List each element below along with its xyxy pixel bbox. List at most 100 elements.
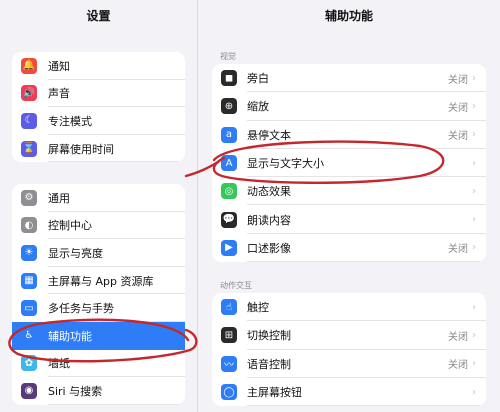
sidebar-item-label: 通知: [48, 59, 70, 73]
gear-icon: ⚙: [21, 189, 37, 206]
setting-row-home-button[interactable]: ◯ 主屏幕按钮 ›: [212, 378, 486, 407]
setting-label: 显示与文字大小: [247, 157, 324, 171]
vision-settings-group: ◼ 旁白 关闭 › ⊕ 缩放 关闭 › a 悬停文本 关闭 › A 显示与文字大小 › ◎ 动态效果 › 💬 朗读内容…: [212, 64, 486, 263]
setting-row-zoom[interactable]: ⊕ 缩放 关闭 ›: [212, 92, 486, 121]
zoom-icon: ⊕: [221, 98, 237, 115]
row-separator: [48, 403, 185, 405]
setting-value: 关闭: [448, 331, 468, 343]
hand-touch-icon: ☝: [221, 299, 237, 316]
setting-row-hand-touch[interactable]: ☝ 触控 ›: [212, 293, 486, 322]
sidebar-item-label: 显示与亮度: [48, 246, 103, 260]
setting-value: 关闭: [448, 244, 468, 256]
sidebar-item-hourglass[interactable]: ⌛ 屏幕使用时间: [12, 135, 185, 163]
accessibility-detail-pane: 辅助功能 视觉 ◼ 旁白 关闭 › ⊕ 缩放 关闭 › a 悬停文本 关闭 › A 显示与文字大小 › ◎ 动态…: [198, 0, 500, 412]
motion-icon: ◎: [221, 183, 237, 200]
setting-label: 口述影像: [247, 241, 291, 255]
audio-description-icon: ▶: [221, 239, 237, 256]
setting-label: 缩放: [247, 100, 269, 114]
chevron-right-icon: ›: [472, 301, 476, 313]
row-separator: [247, 405, 486, 407]
sidebar-item-label: 声音: [48, 87, 70, 101]
setting-label: 动态效果: [247, 185, 291, 199]
setting-row-hover-text[interactable]: a 悬停文本 关闭 ›: [212, 121, 486, 149]
sidebar-title: 设置: [86, 9, 111, 23]
sidebar-item-flower[interactable]: ✿ 墙纸: [12, 350, 185, 378]
sidebar-item-label: 控制中心: [48, 219, 92, 233]
setting-row-speech-bubble[interactable]: 💬 朗读内容 ›: [212, 205, 486, 234]
sidebar-item-label: 多任务与手势: [48, 302, 114, 316]
toggles-icon: ◐: [21, 217, 37, 234]
chevron-right-icon: ›: [472, 157, 476, 169]
section-header-vision: 视觉: [220, 52, 236, 61]
voiceover-icon: ◼: [221, 70, 237, 87]
moon-icon: ☾: [21, 112, 37, 129]
setting-row-text-size[interactable]: A 显示与文字大小 ›: [212, 149, 486, 178]
chevron-right-icon: ›: [472, 242, 476, 254]
sidebar-item-label: Siri 与搜索: [48, 384, 103, 398]
sun-icon: ☀: [21, 244, 37, 261]
sidebar-item-label: 专注模式: [48, 114, 92, 128]
sidebar-item-siri[interactable]: ◉ Siri 与搜索: [12, 377, 185, 405]
flower-icon: ✿: [21, 355, 37, 372]
sidebar-item-bell[interactable]: 🔔 通知: [12, 52, 185, 80]
hover-text-icon: a: [221, 126, 237, 143]
setting-label: 触控: [247, 301, 269, 315]
text-size-icon: A: [221, 155, 237, 172]
sidebar-item-toggles[interactable]: ◐ 控制中心: [12, 212, 185, 240]
home-grid-icon: ▦: [21, 272, 37, 289]
setting-value: 关闭: [448, 74, 468, 86]
sidebar-group-general: ⚙ 通用 ◐ 控制中心 ☀ 显示与亮度 ▦ 主屏幕与 App 资源库 ▭ 多任务与手势 ♿ 辅助功能 ✿…: [12, 184, 185, 405]
siri-icon: ◉: [21, 382, 37, 399]
sidebar-item-gear[interactable]: ⚙ 通用: [12, 184, 185, 212]
sidebar-item-accessibility[interactable]: ♿ 辅助功能: [12, 321, 185, 350]
sidebar-item-moon[interactable]: ☾ 专注模式: [12, 107, 185, 135]
settings-sidebar: 设置 🔔 通知 🔊 声音 ☾ 专注模式 ⌛ 屏幕使用时间 ⚙ 通用 ◐ 控制中心 ☀ 显示与亮度 ▦ 主屏幕…: [0, 0, 198, 412]
chevron-right-icon: ›: [472, 185, 476, 197]
sidebar-item-sun[interactable]: ☀ 显示与亮度: [12, 239, 185, 267]
voice-control-icon: 〰: [221, 355, 237, 372]
setting-label: 语音控制: [247, 357, 291, 371]
multitask-icon: ▭: [21, 300, 37, 317]
setting-row-switch-control[interactable]: ⊞ 切换控制 关闭 ›: [212, 321, 486, 350]
physical-motor-settings-group: ☝ 触控 › ⊞ 切换控制 关闭 › 〰语音控制 关闭 › ◯ 主屏幕按钮 ›: [212, 293, 486, 407]
sidebar-group-notifications: 🔔 通知 🔊 声音 ☾ 专注模式 ⌛ 屏幕使用时间: [12, 52, 185, 163]
speaker-icon: 🔊: [21, 85, 37, 102]
sidebar-item-label: 屏幕使用时间: [48, 142, 114, 156]
sidebar-item-label: 墙纸: [48, 357, 70, 371]
switch-control-icon: ⊞: [221, 327, 237, 344]
setting-value: 关闭: [448, 131, 468, 143]
home-button-icon: ◯: [221, 384, 237, 401]
chevron-right-icon: ›: [472, 329, 476, 341]
setting-value: 关闭: [448, 360, 468, 372]
setting-label: 悬停文本: [247, 128, 291, 142]
chevron-right-icon: ›: [472, 72, 476, 84]
section-header-physical-motor: 动作交互: [220, 281, 252, 290]
setting-label: 旁白: [247, 72, 269, 86]
sidebar-item-speaker[interactable]: 🔊 声音: [12, 80, 185, 108]
setting-value: 关闭: [448, 102, 468, 114]
chevron-right-icon: ›: [472, 358, 476, 370]
chevron-right-icon: ›: [472, 100, 476, 112]
setting-row-audio-description[interactable]: ▶ 口述影像 关闭 ›: [212, 234, 486, 263]
setting-row-motion[interactable]: ◎ 动态效果 ›: [212, 177, 486, 206]
setting-label: 朗读内容: [247, 213, 291, 227]
chevron-right-icon: ›: [472, 386, 476, 398]
chevron-right-icon: ›: [472, 129, 476, 141]
row-separator: [48, 161, 185, 163]
row-separator: [247, 261, 486, 263]
hourglass-icon: ⌛: [21, 140, 37, 157]
chevron-right-icon: ›: [472, 214, 476, 226]
accessibility-icon: ♿: [21, 327, 37, 344]
sidebar-item-multitask[interactable]: ▭ 多任务与手势: [12, 294, 185, 322]
setting-label: 切换控制: [247, 329, 291, 343]
detail-title: 辅助功能: [324, 9, 373, 23]
speech-bubble-icon: 💬: [221, 211, 237, 228]
setting-row-voice-control[interactable]: 〰语音控制 关闭 ›: [212, 350, 486, 378]
bell-icon: 🔔: [21, 57, 37, 74]
sidebar-item-label: 主屏幕与 App 资源库: [48, 274, 154, 288]
setting-row-voiceover[interactable]: ◼ 旁白 关闭 ›: [212, 64, 486, 93]
sidebar-item-home-grid[interactable]: ▦ 主屏幕与 App 资源库: [12, 267, 185, 295]
sidebar-item-label: 辅助功能: [48, 329, 92, 343]
setting-label: 主屏幕按钮: [247, 386, 302, 400]
sidebar-item-label: 通用: [48, 191, 70, 205]
